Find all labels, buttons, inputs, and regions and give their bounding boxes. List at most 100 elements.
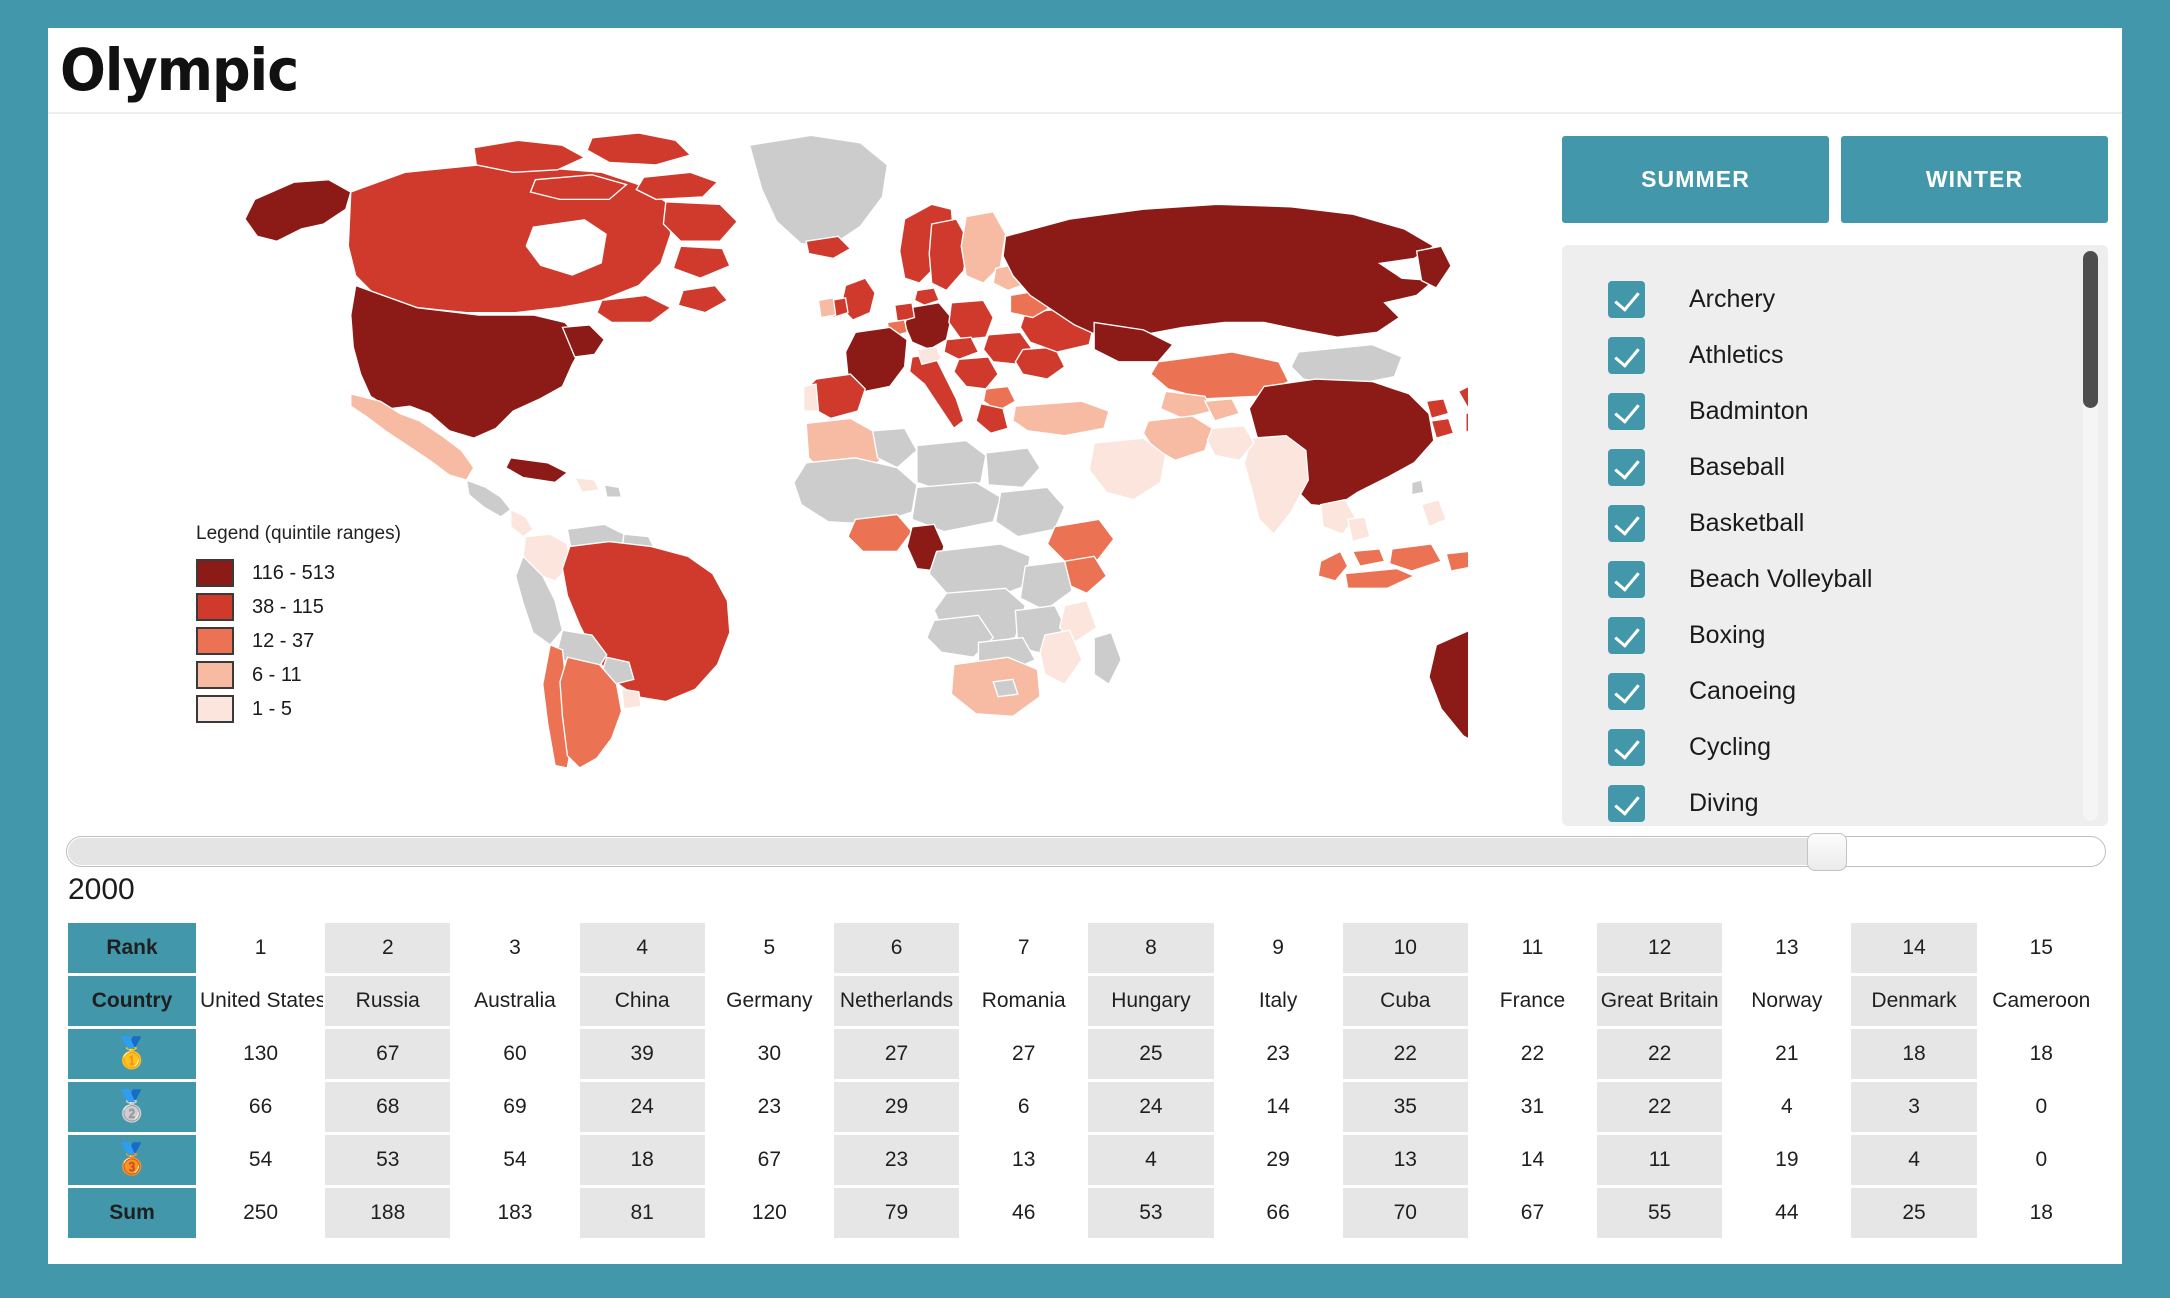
sport-label: Badminton [1689, 396, 1809, 425]
table-cell: 18 [579, 1135, 705, 1185]
table-cell: 6 [961, 1082, 1087, 1132]
checkmark-icon[interactable] [1608, 560, 1645, 598]
table-cell: Norway [1724, 976, 1850, 1026]
gold-medal-icon: 🥇 [113, 1037, 151, 1070]
table-cell: Hungary [1088, 976, 1214, 1026]
sport-list-item[interactable]: Cycling [1608, 719, 2108, 775]
legend-swatch [196, 627, 234, 655]
table-cell: 67 [325, 1029, 451, 1079]
checkmark-icon[interactable] [1608, 392, 1645, 430]
sport-label: Diving [1689, 788, 1759, 817]
table-cell: 35 [1342, 1082, 1468, 1132]
summer-button[interactable]: SUMMER [1562, 136, 1829, 223]
table-cell: 27 [833, 1029, 960, 1079]
medal-table: Rank 1 2 3 4 5 6 7 8 9 10 11 12 13 14 15 Country United S… [66, 920, 2106, 1241]
legend-label: 38 - 115 [252, 595, 324, 618]
table-cell: 6 [833, 923, 960, 973]
table-cell: 81 [579, 1188, 705, 1238]
sport-list-item[interactable]: Diving [1608, 775, 2108, 826]
world-choropleth-map[interactable]: .c0 { fill:#cccccc; stroke:#ffffff; stro… [228, 128, 1468, 768]
sport-list-item[interactable]: Basketball [1608, 495, 2108, 551]
table-cell: 22 [1597, 1082, 1723, 1132]
checkmark-icon[interactable] [1608, 448, 1645, 486]
table-cell: 66 [198, 1082, 324, 1132]
bronze-medal[interactable]: 🥉 [68, 1135, 196, 1185]
controls-column: SUMMER WINTER Archery Athletics Badminton B… [1552, 114, 2122, 826]
checkmark-icon[interactable] [1608, 728, 1645, 766]
winter-button[interactable]: WINTER [1841, 136, 2108, 223]
sport-list-item[interactable]: Athletics [1608, 327, 2108, 383]
table-cell: 22 [1469, 1029, 1596, 1079]
table-cell: 14 [1851, 923, 1977, 973]
table-cell: 24 [579, 1082, 705, 1132]
table-cell: Germany [706, 976, 832, 1026]
table-cell: 5 [706, 923, 832, 973]
sport-checkbox-list: Archery Athletics Badminton Baseball Basketb… [1562, 245, 2108, 826]
table-cell: 0 [1978, 1082, 2104, 1132]
sport-label: Baseball [1689, 452, 1785, 481]
sport-list-item[interactable]: Boxing [1608, 607, 2108, 663]
table-cell: 66 [1215, 1188, 1341, 1238]
row-head-country[interactable]: Country [68, 976, 196, 1026]
table-row: Sum 250 188 183 81 120 79 46 53 66 70 67 55 44 25 18 [68, 1188, 2104, 1238]
legend-swatch [196, 593, 234, 621]
year-slider[interactable] [66, 833, 2106, 871]
table-cell: 120 [706, 1188, 832, 1238]
table-cell: 55 [1597, 1188, 1723, 1238]
medal-table-container: Rank 1 2 3 4 5 6 7 8 9 10 11 12 13 14 15 Country United S… [48, 918, 2122, 1264]
table-cell: 9 [1215, 923, 1341, 973]
table-cell: 15 [1978, 923, 2104, 973]
sport-list-item[interactable]: Baseball [1608, 439, 2108, 495]
table-cell: 250 [198, 1188, 324, 1238]
sport-list-item[interactable]: Badminton [1608, 383, 2108, 439]
table-row: 🥉 54 53 54 18 67 23 13 4 29 13 14 11 19 4 0 [68, 1135, 2104, 1185]
sport-label: Archery [1689, 284, 1776, 313]
sport-label: Beach Volleyball [1689, 564, 1873, 593]
sport-label: Cycling [1689, 732, 1771, 761]
table-cell: 18 [1851, 1029, 1977, 1079]
table-cell: 1 [198, 923, 324, 973]
year-slider-thumb[interactable] [1807, 833, 1847, 871]
table-cell: 14 [1215, 1082, 1341, 1132]
silver-medal[interactable]: 🥈 [68, 1082, 196, 1132]
table-cell: 23 [1215, 1029, 1341, 1079]
table-row: 🥇 130 67 60 39 30 27 27 25 23 22 22 22 21 18 18 [68, 1029, 2104, 1079]
sport-list-scrollbar-thumb[interactable] [2083, 251, 2098, 408]
legend-row: 12 - 37 [196, 624, 401, 658]
table-cell: 13 [1724, 923, 1850, 973]
table-cell: 13 [961, 1135, 1087, 1185]
legend-title: Legend (quintile ranges) [196, 523, 401, 544]
table-cell: 11 [1597, 1135, 1723, 1185]
gold-medal[interactable]: 🥇 [68, 1029, 196, 1079]
table-cell: China [579, 976, 705, 1026]
legend-swatch [196, 559, 234, 587]
table-cell: Denmark [1851, 976, 1977, 1026]
sport-list-item[interactable]: Archery [1608, 271, 2108, 327]
sport-filter-panel: Archery Athletics Badminton Baseball Basketb… [1562, 245, 2108, 826]
year-label: 2000 [68, 873, 135, 906]
sport-list-item[interactable]: Canoeing [1608, 663, 2108, 719]
checkmark-icon[interactable] [1608, 616, 1645, 654]
table-row: Rank 1 2 3 4 5 6 7 8 9 10 11 12 13 14 15 [68, 923, 2104, 973]
table-cell: 69 [452, 1082, 578, 1132]
table-cell: 60 [452, 1029, 578, 1079]
sport-list-item[interactable]: Beach Volleyball [1608, 551, 2108, 607]
table-cell: 22 [1342, 1029, 1468, 1079]
row-head-sum[interactable]: Sum [68, 1188, 196, 1238]
map-panel[interactable]: .c0 { fill:#cccccc; stroke:#ffffff; stro… [48, 114, 1552, 826]
legend-row: 1 - 5 [196, 692, 401, 726]
table-cell: 0 [1978, 1135, 2104, 1185]
checkmark-icon[interactable] [1608, 336, 1645, 374]
table-cell: 29 [833, 1082, 960, 1132]
table-row: 🥈 66 68 69 24 23 29 6 24 14 35 31 22 4 3 0 [68, 1082, 2104, 1132]
checkmark-icon[interactable] [1608, 504, 1645, 542]
table-cell: 23 [706, 1082, 832, 1132]
legend-label: 6 - 11 [252, 663, 302, 686]
checkmark-icon[interactable] [1608, 672, 1645, 710]
season-button-group: SUMMER WINTER [1562, 136, 2108, 223]
checkmark-icon[interactable] [1608, 784, 1645, 822]
table-cell: 8 [1088, 923, 1214, 973]
checkmark-icon[interactable] [1608, 280, 1645, 318]
row-head-rank[interactable]: Rank [68, 923, 196, 973]
sport-label: Basketball [1689, 508, 1805, 537]
